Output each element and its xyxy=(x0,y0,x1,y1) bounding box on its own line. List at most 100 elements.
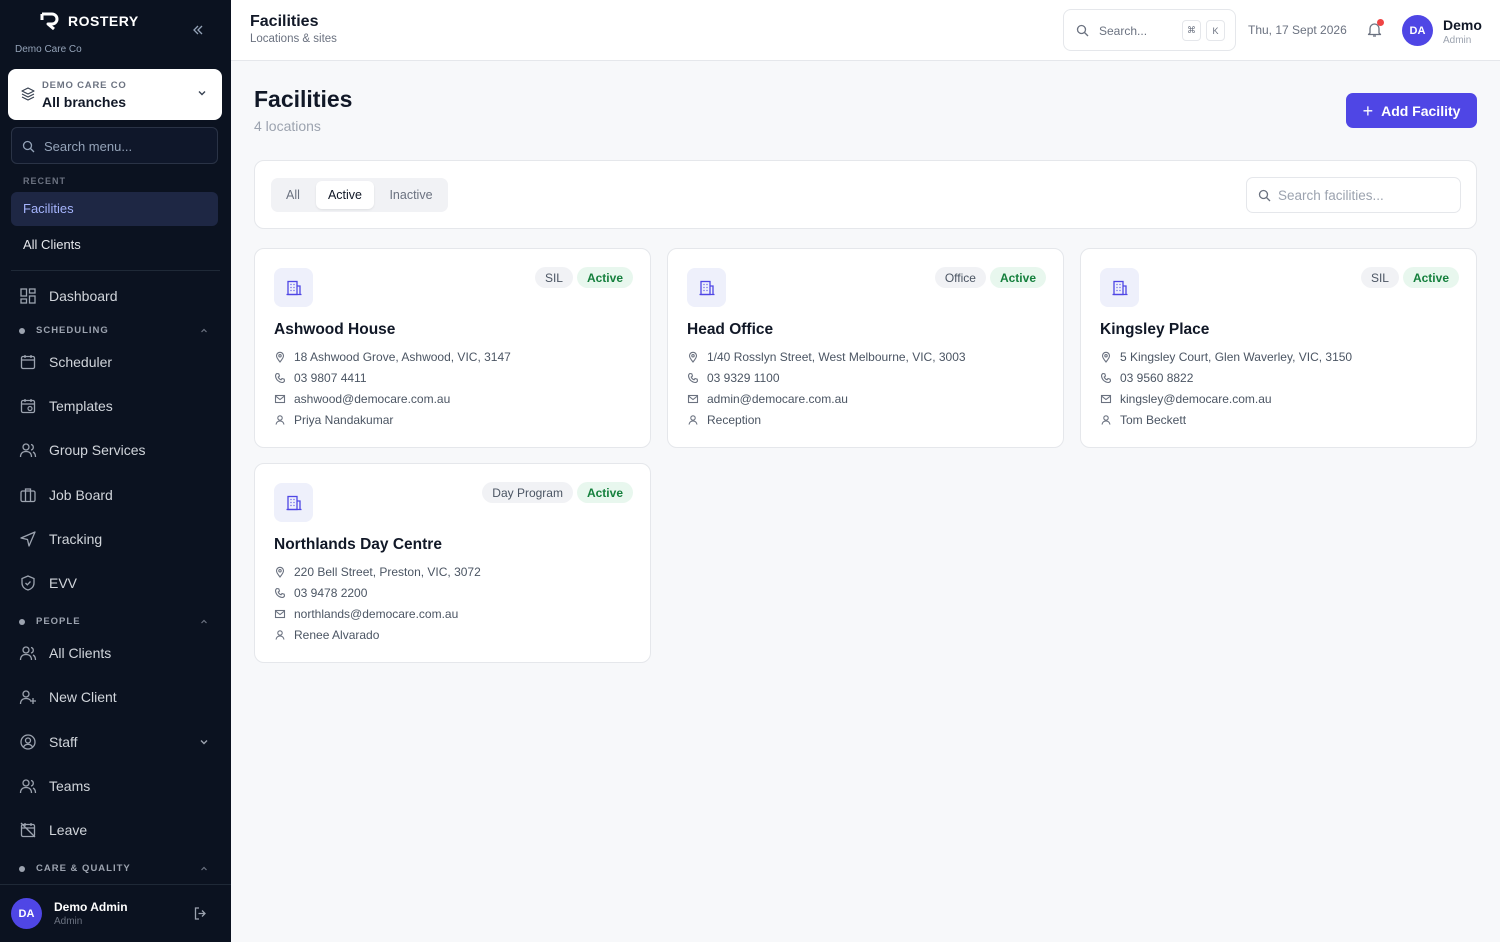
sidebar-item-dashboard[interactable]: Dashboard xyxy=(11,278,218,314)
rostery-logo-icon xyxy=(40,12,59,30)
group-label: SCHEDULING xyxy=(36,325,109,336)
facility-card[interactable]: SIL Active Ashwood House 18 Ashwood Grove… xyxy=(254,248,651,448)
email-text: admin@democare.com.au xyxy=(707,392,848,406)
building-icon xyxy=(1100,268,1139,307)
topbar: Facilities Locations & sites Search... ⌘… xyxy=(231,0,1500,61)
filter-inactive[interactable]: Inactive xyxy=(378,181,444,209)
user-icon xyxy=(688,415,698,425)
address-text: 1/40 Rosslyn Street, West Melbourne, VIC… xyxy=(707,350,966,364)
user-name: Demo xyxy=(1443,17,1482,33)
sidebar-item-label: All Clients xyxy=(49,645,112,661)
chevron-up-icon xyxy=(201,328,207,332)
user-icon xyxy=(275,415,285,425)
sidebar-item-templates[interactable]: Templates xyxy=(11,388,218,424)
phone-text: 03 9807 4411 xyxy=(294,371,367,385)
shield-check-icon xyxy=(21,575,35,591)
search-placeholder: Search... xyxy=(1099,24,1148,38)
current-date: Thu, 17 Sept 2026 xyxy=(1248,23,1347,37)
status-badge: Active xyxy=(989,267,1046,288)
contact-text: Renee Alvarado xyxy=(294,628,380,642)
facility-type-badge: SIL xyxy=(534,267,573,288)
menu-search-input[interactable]: Search menu... xyxy=(11,127,218,164)
sidebar-item-evv[interactable]: EVV xyxy=(11,565,218,601)
sidebar-user: DA Demo Admin Admin xyxy=(0,884,231,942)
facility-phone: 03 9560 8822 xyxy=(1100,371,1193,385)
facility-address: 1/40 Rosslyn Street, West Melbourne, VIC… xyxy=(687,350,966,364)
group-care-quality[interactable]: CARE & QUALITY xyxy=(19,863,209,874)
group-dot xyxy=(19,865,25,872)
filter-active[interactable]: Active xyxy=(316,181,374,209)
sidebar-item-new-client[interactable]: New Client xyxy=(11,679,218,715)
menu-search-placeholder: Search menu... xyxy=(44,139,133,154)
facility-contact: Renee Alvarado xyxy=(274,628,379,642)
collapse-sidebar-icon[interactable] xyxy=(189,21,207,39)
search-icon xyxy=(1076,24,1089,37)
dashboard-icon xyxy=(20,288,36,304)
filter-all[interactable]: All xyxy=(275,181,311,209)
status-badge: Active xyxy=(576,482,633,503)
facility-name: Kingsley Place xyxy=(1100,321,1210,338)
recent-item-all-clients[interactable]: All Clients xyxy=(11,228,218,262)
contact-text: Reception xyxy=(707,413,762,427)
facility-contact: Reception xyxy=(687,413,761,427)
email-text: kingsley@democare.com.au xyxy=(1120,392,1272,406)
map-pin-icon xyxy=(275,351,285,363)
chevron-up-icon xyxy=(201,619,207,623)
avatar[interactable]: DA xyxy=(11,898,42,929)
sidebar-item-teams[interactable]: Teams xyxy=(11,768,218,804)
global-search-input[interactable]: Search... ⌘ K xyxy=(1063,9,1236,51)
recent-item-facilities[interactable]: Facilities xyxy=(11,192,218,226)
sidebar-item-staff[interactable]: Staff xyxy=(11,724,218,760)
phone-text: 03 9478 2200 xyxy=(294,586,368,600)
sidebar-item-group-services[interactable]: Group Services xyxy=(11,432,218,468)
facility-card[interactable]: Office Active Head Office 1/40 Rosslyn St… xyxy=(667,248,1064,448)
facility-card[interactable]: Day Program Active Northlands Day Centre … xyxy=(254,463,651,663)
sidebar-divider xyxy=(11,270,220,271)
logout-icon[interactable] xyxy=(193,906,208,921)
sidebar-item-label: EVV xyxy=(49,575,78,591)
email-text: northlands@democare.com.au xyxy=(294,607,459,621)
brand-name: ROSTERY xyxy=(68,13,139,29)
facility-type-badge: Office xyxy=(934,267,986,288)
users-icon xyxy=(19,646,37,661)
kbd-k: K xyxy=(1206,20,1225,41)
contact-text: Priya Nandakumar xyxy=(294,413,394,427)
facility-address: 18 Ashwood Grove, Ashwood, VIC, 3147 xyxy=(274,350,511,364)
address-text: 5 Kingsley Court, Glen Waverley, VIC, 31… xyxy=(1120,350,1353,364)
user-plus-icon xyxy=(19,690,36,705)
group-label: PEOPLE xyxy=(36,616,81,627)
group-scheduling[interactable]: SCHEDULING xyxy=(19,325,209,336)
facility-name: Northlands Day Centre xyxy=(274,536,442,553)
phone-icon xyxy=(687,372,699,384)
mail-icon xyxy=(1100,394,1112,404)
chevron-down-icon xyxy=(198,91,206,96)
sidebar-item-leave[interactable]: Leave xyxy=(11,812,218,848)
page-subtitle: Locations & sites xyxy=(250,33,337,45)
map-pin-icon xyxy=(1101,351,1111,363)
calendar-icon xyxy=(20,355,36,370)
facility-card[interactable]: SIL Active Kingsley Place 5 Kingsley Cour… xyxy=(1080,248,1477,448)
user-role: Admin xyxy=(54,916,83,927)
sidebar-item-label: Teams xyxy=(49,778,91,794)
facility-search-input[interactable]: Search facilities... xyxy=(1246,177,1461,213)
sidebar-item-scheduler[interactable]: Scheduler xyxy=(11,344,218,380)
sidebar-item-label: Job Board xyxy=(49,487,113,503)
brand[interactable]: ROSTERY xyxy=(40,12,139,30)
group-dot xyxy=(19,327,25,334)
branch-picker[interactable]: DEMO CARE CO All branches xyxy=(8,69,222,120)
add-facility-button[interactable]: + Add Facility xyxy=(1346,93,1477,128)
map-pin-icon xyxy=(275,566,285,578)
facility-phone: 03 9478 2200 xyxy=(274,586,367,600)
branch-org-label: DEMO CARE CO xyxy=(42,80,127,91)
sidebar-item-tracking[interactable]: Tracking xyxy=(11,521,218,557)
sidebar-item-job-board[interactable]: Job Board xyxy=(11,477,218,513)
calendar-template-icon xyxy=(20,399,36,414)
branch-value: All branches xyxy=(42,94,127,110)
building-icon xyxy=(687,268,726,307)
layers-icon xyxy=(21,87,35,101)
avatar[interactable]: DA xyxy=(1402,15,1433,46)
sidebar-item-all-clients[interactable]: All Clients xyxy=(11,635,218,671)
group-people[interactable]: PEOPLE xyxy=(19,616,209,627)
building-icon xyxy=(274,483,313,522)
add-facility-label: Add Facility xyxy=(1381,102,1461,119)
